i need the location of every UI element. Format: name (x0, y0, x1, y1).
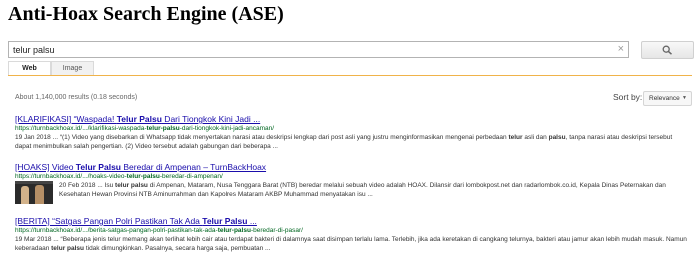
result-date: 19 Jan 2018 (15, 134, 51, 141)
result-snippet: 19 Jan 2018 ... “(1) Video yang disebark… (15, 134, 673, 150)
result-snippet: 19 Mar 2018 ... “Beberapa jenis telur me… (15, 236, 687, 252)
search-icon (662, 45, 673, 55)
result-date: 20 Feb 2018 (59, 182, 96, 189)
result-url: https://turnbackhoax.id/.../berita-satga… (15, 227, 303, 234)
search-result: [BERITA] “Satgas Pangan Polri Pastikan T… (15, 216, 690, 253)
sort-dropdown[interactable]: Relevance ▼ (643, 91, 692, 106)
tab-image[interactable]: Image (51, 61, 94, 75)
result-title-link[interactable]: [BERITA] “Satgas Pangan Polri Pastikan T… (15, 216, 690, 226)
page-title: Anti-Hoax Search Engine (ASE) (8, 3, 284, 25)
tab-divider (8, 75, 692, 76)
clear-icon[interactable]: × (618, 42, 624, 57)
sort-label: Sort by: (613, 92, 643, 102)
sort-selected-value: Relevance (649, 95, 680, 102)
search-tabs: Web Image (8, 61, 692, 76)
results-count: About 1,140,000 results (0.18 seconds) (15, 94, 138, 101)
search-result: [HOAKS] Video Telur Palsu Beredar di Amp… (15, 162, 690, 204)
search-result: [KLARIFIKASI] “Waspada! Telur Palsu Dari… (15, 114, 690, 151)
result-thumbnail[interactable] (15, 181, 53, 204)
tab-web[interactable]: Web (8, 61, 51, 76)
result-url: https://turnbackhoax.id/.../klarifikasi-… (15, 125, 275, 132)
caret-down-icon: ▼ (682, 95, 687, 101)
result-title-link[interactable]: [HOAKS] Video Telur Palsu Beredar di Amp… (15, 162, 690, 172)
result-title-link[interactable]: [KLARIFIKASI] “Waspada! Telur Palsu Dari… (15, 114, 690, 124)
result-date: 19 Mar 2018 (15, 236, 52, 243)
search-button[interactable] (641, 41, 694, 59)
result-snippet: 20 Feb 2018 ... Isu telur palsu di Ampen… (59, 182, 666, 198)
search-bar: × (8, 41, 629, 58)
search-input[interactable] (13, 42, 603, 57)
result-url: https://turnbackhoax.id/.../hoaks-video-… (15, 173, 223, 180)
